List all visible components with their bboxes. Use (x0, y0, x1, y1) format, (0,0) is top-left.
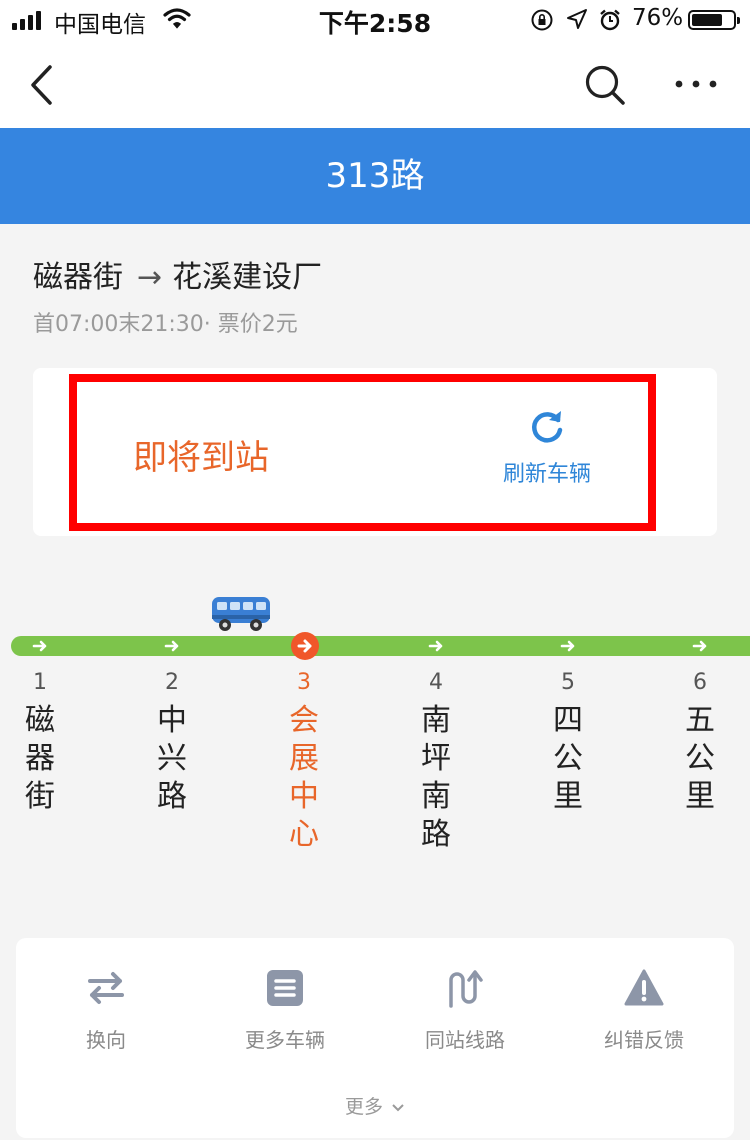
nav-bar (0, 40, 750, 128)
rotation-lock-icon (531, 9, 553, 31)
action-label: 更多车辆 (245, 1028, 325, 1052)
refresh-label: 刷新车辆 (502, 462, 591, 487)
stop-name[interactable]: 中兴路 (152, 702, 192, 816)
action-label: 同站线路 (425, 1028, 505, 1052)
refresh-icon (532, 411, 563, 443)
stop-number: 5 (561, 670, 575, 695)
refresh-vehicles-button[interactable]: 刷新车辆 (497, 408, 597, 488)
route-direction: 磁器街 → 花溪建设厂 (33, 252, 322, 296)
arrow-right-icon (692, 640, 707, 652)
action-switch-direction[interactable]: 换向 (36, 968, 176, 1053)
more-button[interactable]: 更多 (0, 1092, 750, 1119)
action-more-vehicles[interactable]: 更多车辆 (215, 968, 355, 1053)
stop-name[interactable]: 磁器街 (20, 702, 60, 816)
route-destination: 花溪建设厂 (172, 260, 323, 295)
arrow-right-icon (297, 639, 312, 653)
stop-number: 3 (297, 670, 311, 695)
status-bar: 中国电信 下午2:58 76% (0, 0, 750, 40)
stop-number: 1 (33, 670, 47, 695)
location-icon (567, 9, 587, 29)
bus-icon (212, 597, 270, 631)
stop-name[interactable]: 会展中心 (284, 702, 324, 854)
alarm-icon (600, 9, 620, 31)
route-line (11, 636, 750, 656)
arrow-right-icon (164, 640, 179, 652)
battery-icon (688, 10, 740, 30)
warning-icon (624, 969, 664, 1006)
chevron-left-icon[interactable] (28, 64, 56, 106)
action-label: 纠错反馈 (604, 1028, 684, 1052)
route-header: 313路 (0, 128, 750, 224)
search-icon[interactable] (584, 64, 628, 108)
stop-name[interactable]: 五公里 (680, 702, 720, 816)
battery-percent: 76% (632, 5, 684, 31)
arrow-right-icon (428, 640, 443, 652)
arrow-right-icon (32, 640, 47, 652)
route-icon (449, 970, 483, 1008)
action-label: 换向 (86, 1028, 126, 1052)
chevron-down-icon (392, 1104, 404, 1112)
swap-icon (88, 972, 124, 1004)
action-feedback[interactable]: 纠错反馈 (574, 968, 714, 1053)
stop-name[interactable]: 南坪南路 (416, 702, 456, 854)
route-origin: 磁器街 (33, 260, 123, 295)
more-label: 更多 (344, 1096, 383, 1118)
current-stop-marker (291, 632, 319, 660)
arrival-status: 即将到站 (133, 438, 269, 478)
route-arrow: → (137, 260, 163, 295)
stop-number: 2 (165, 670, 179, 695)
action-same-stop-lines[interactable]: 同站线路 (395, 968, 535, 1053)
route-schedule: 首07:00末21:30· 票价2元 (33, 312, 298, 337)
stop-name[interactable]: 四公里 (548, 702, 588, 816)
list-icon (267, 970, 303, 1006)
stop-number: 6 (693, 670, 707, 695)
arrow-right-icon (560, 640, 575, 652)
stop-number: 4 (429, 670, 443, 695)
ellipsis-icon[interactable] (674, 78, 718, 90)
